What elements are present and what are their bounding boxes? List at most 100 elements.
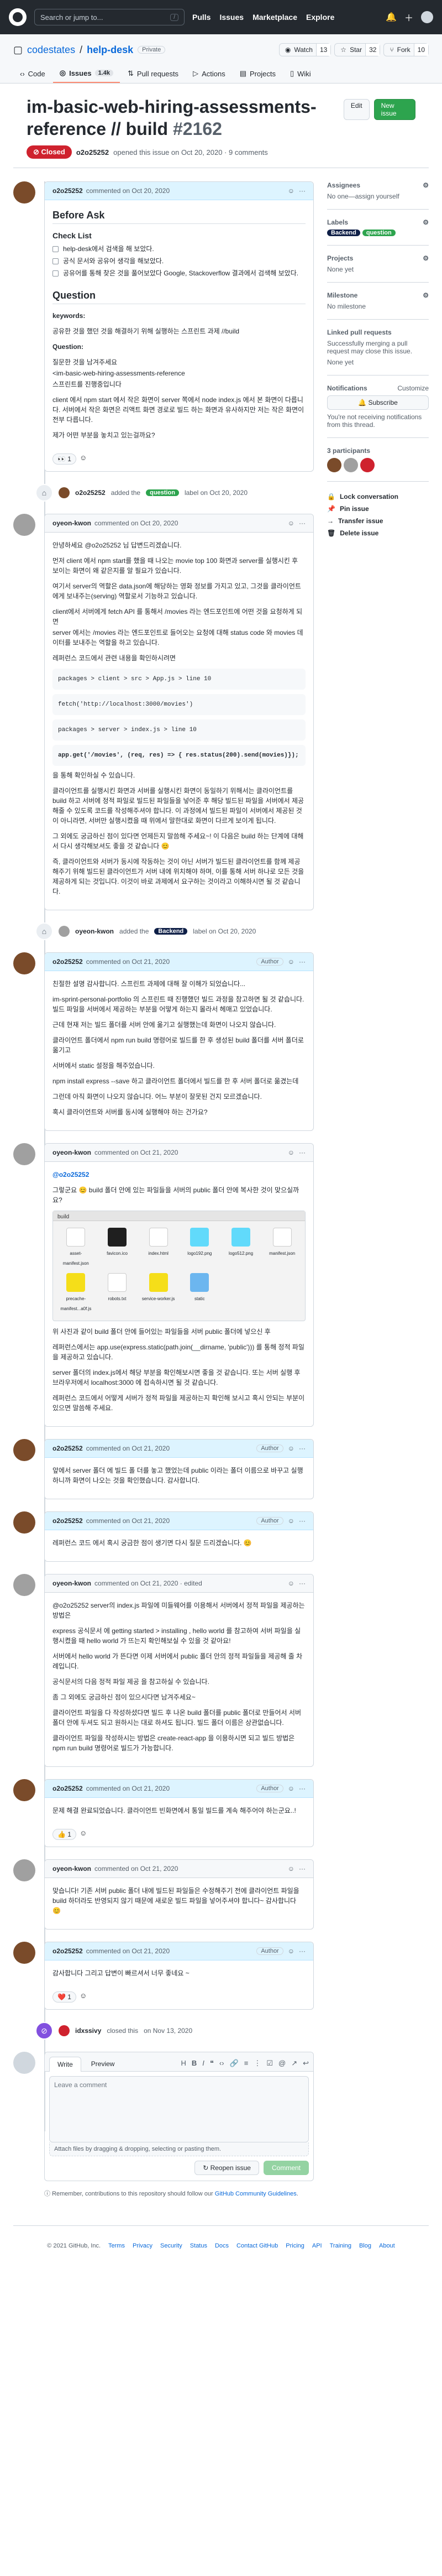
- more-icon[interactable]: ···: [299, 1579, 306, 1587]
- label-badge[interactable]: Backend: [327, 230, 360, 236]
- more-icon[interactable]: ···: [299, 1517, 306, 1525]
- more-icon[interactable]: ···: [299, 1785, 306, 1792]
- comment-date[interactable]: commented on Oct 21, 2020: [86, 1785, 170, 1792]
- comment-date[interactable]: commented on Oct 21, 2020: [86, 1517, 170, 1525]
- comment-author[interactable]: o2o25252: [52, 187, 83, 195]
- label-badge[interactable]: question: [362, 230, 396, 236]
- italic-icon[interactable]: I: [202, 2059, 204, 2068]
- code-icon[interactable]: ‹›: [219, 2059, 224, 2068]
- more-icon[interactable]: ···: [299, 1947, 306, 1955]
- comment-author[interactable]: oyeon-kwon: [52, 1579, 91, 1587]
- footer-link-status[interactable]: Status: [190, 2243, 207, 2249]
- reaction-heart[interactable]: ❤️ 1: [52, 1991, 76, 2003]
- comment-date[interactable]: commented on Oct 21, 2020: [94, 1865, 178, 1873]
- event-actor[interactable]: oyeon-kwon: [75, 927, 114, 935]
- smiley-icon[interactable]: ☺: [288, 1579, 294, 1587]
- reply-icon[interactable]: ↩: [303, 2059, 309, 2068]
- delete-issue-action[interactable]: 🗑 Delete issue: [327, 529, 429, 537]
- avatar[interactable]: [13, 2052, 35, 2074]
- star-button[interactable]: ☆ Star 32: [334, 43, 381, 56]
- search-input[interactable]: Search or jump to... /: [34, 9, 185, 25]
- comment-date[interactable]: commented on Oct 21, 2020: [86, 958, 170, 966]
- label-badge[interactable]: question: [146, 489, 179, 496]
- new-issue-button[interactable]: New issue: [373, 99, 415, 120]
- reaction-eyes[interactable]: 👀 1: [52, 453, 76, 465]
- tab-issues[interactable]: ◎ Issues 1.4k: [52, 64, 120, 83]
- comment-textarea[interactable]: Leave a comment: [49, 2076, 309, 2142]
- smiley-icon[interactable]: ☺: [288, 1947, 294, 1955]
- customize-link[interactable]: Customize: [397, 384, 429, 392]
- more-icon[interactable]: ···: [299, 1445, 306, 1452]
- smiley-icon[interactable]: ☺: [288, 1785, 294, 1792]
- tab-wiki[interactable]: ▯ Wiki: [283, 64, 318, 83]
- link-icon[interactable]: 🔗: [230, 2059, 239, 2068]
- star-count[interactable]: 32: [365, 44, 380, 56]
- comment-date[interactable]: commented on Oct 20, 2020: [86, 187, 170, 195]
- numbered-list-icon[interactable]: ⋮: [254, 2059, 261, 2068]
- avatar[interactable]: [13, 1942, 35, 1964]
- smiley-icon[interactable]: ☺: [288, 1445, 294, 1452]
- bold-icon[interactable]: B: [192, 2059, 197, 2068]
- label-badge[interactable]: Backend: [154, 928, 188, 935]
- edit-button[interactable]: Edit: [343, 99, 370, 120]
- gear-icon[interactable]: ⚙: [423, 218, 429, 226]
- checkbox[interactable]: [52, 258, 59, 264]
- mention-icon[interactable]: @: [278, 2059, 286, 2068]
- nav-pulls[interactable]: Pulls: [192, 13, 211, 22]
- participant-avatar[interactable]: [344, 458, 358, 472]
- issue-author-link[interactable]: o2o25252: [76, 148, 109, 157]
- smiley-icon[interactable]: ☺: [288, 958, 294, 966]
- footer-link-security[interactable]: Security: [160, 2243, 182, 2249]
- watch-count[interactable]: 13: [315, 44, 331, 56]
- gear-icon[interactable]: ⚙: [423, 291, 429, 299]
- pin-issue-action[interactable]: 📌 Pin issue: [327, 505, 429, 513]
- checkbox[interactable]: [52, 246, 59, 252]
- task-list-icon[interactable]: ☑: [266, 2059, 273, 2068]
- avatar[interactable]: [13, 181, 35, 204]
- avatar[interactable]: [13, 1859, 35, 1881]
- avatar[interactable]: [59, 2025, 70, 2036]
- checklist-item[interactable]: 공식 문서와 공유어 생각을 해보았다.: [52, 256, 306, 266]
- checkbox[interactable]: [52, 270, 59, 277]
- gear-icon[interactable]: ⚙: [423, 181, 429, 189]
- tab-write[interactable]: Write: [49, 2057, 81, 2072]
- avatar[interactable]: [59, 926, 70, 937]
- repo-name-link[interactable]: help-desk: [87, 44, 133, 56]
- comment-date[interactable]: commented on Oct 20, 2020: [94, 519, 178, 527]
- transfer-issue-action[interactable]: → Transfer issue: [327, 517, 429, 525]
- tab-preview[interactable]: Preview: [83, 2057, 123, 2071]
- footer-link-blog[interactable]: Blog: [359, 2243, 371, 2249]
- assignees-value[interactable]: No one—assign yourself: [327, 192, 429, 200]
- smiley-icon[interactable]: ☺: [288, 1517, 294, 1525]
- repo-owner-link[interactable]: codestates: [27, 44, 75, 56]
- comment-author[interactable]: o2o25252: [52, 1947, 83, 1955]
- bell-icon[interactable]: 🔔: [386, 12, 397, 23]
- footer-link-api[interactable]: API: [312, 2243, 322, 2249]
- checklist-item[interactable]: help-desk에서 검색을 해 보았다.: [52, 244, 306, 254]
- more-icon[interactable]: ···: [299, 1865, 306, 1873]
- subscribe-button[interactable]: 🔔 Subscribe: [327, 395, 429, 410]
- attach-files[interactable]: Attach files by dragging & dropping, sel…: [49, 2142, 309, 2156]
- guidelines-link[interactable]: GitHub Community Guidelines: [215, 2191, 297, 2197]
- comment-author[interactable]: oyeon-kwon: [52, 1149, 91, 1156]
- event-actor[interactable]: o2o25252: [75, 489, 106, 497]
- footer-link-docs[interactable]: Docs: [215, 2243, 229, 2249]
- avatar[interactable]: [13, 1439, 35, 1461]
- smiley-icon[interactable]: ☺: [80, 1991, 87, 2003]
- more-icon[interactable]: ···: [299, 1149, 306, 1156]
- gear-icon[interactable]: ⚙: [423, 254, 429, 262]
- list-icon[interactable]: ≡: [244, 2059, 249, 2068]
- avatar[interactable]: [13, 514, 35, 536]
- avatar[interactable]: [13, 1779, 35, 1801]
- footer-link-about[interactable]: About: [379, 2243, 395, 2249]
- comment-date[interactable]: commented on Oct 21, 2020 · edited: [94, 1579, 202, 1587]
- footer-link-privacy[interactable]: Privacy: [133, 2243, 152, 2249]
- fork-count[interactable]: 10: [413, 44, 428, 56]
- smiley-icon[interactable]: ☺: [288, 519, 294, 527]
- smiley-icon[interactable]: ☺: [80, 1829, 87, 1840]
- comment-author[interactable]: o2o25252: [52, 958, 83, 966]
- smiley-icon[interactable]: ☺: [288, 1149, 294, 1156]
- avatar[interactable]: [13, 1574, 35, 1596]
- checklist-item[interactable]: 공유어를 통해 찾은 것을 풀어보았다 Google, Stackoverflo…: [52, 268, 306, 278]
- reference-icon[interactable]: ↗: [291, 2059, 297, 2068]
